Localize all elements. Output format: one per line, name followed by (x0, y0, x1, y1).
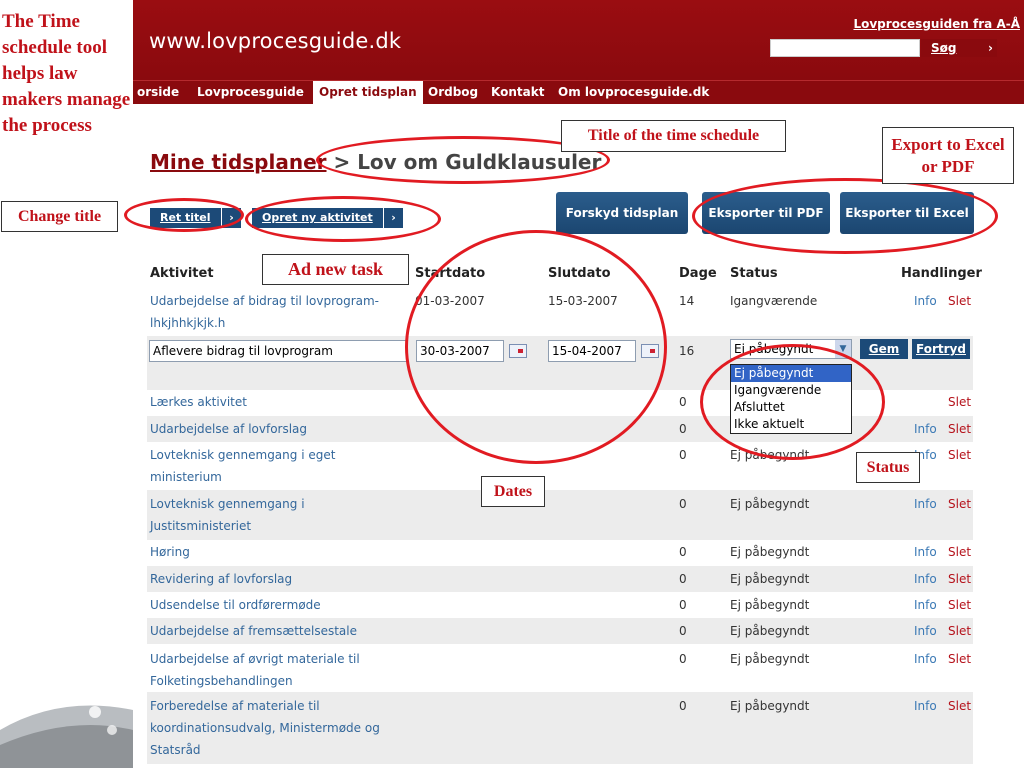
days: 0 (679, 422, 687, 436)
annotation-ellipse-change-title (124, 198, 244, 232)
activity-name[interactable]: Høring (150, 541, 395, 563)
activity-name[interactable]: Forberedelse af materiale til koordinati… (150, 695, 395, 761)
status: Ej påbegyndt (730, 497, 810, 511)
nav-item-kontakt[interactable]: Kontakt (491, 81, 544, 105)
table-row: Forberedelse af materiale til koordinati… (147, 692, 973, 764)
annotation-ellipse-dates (405, 230, 667, 464)
col-header-activity: Aktivitet (150, 266, 214, 281)
status: Ej påbegyndt (730, 699, 810, 713)
activity-name[interactable]: Lærkes aktivitet (150, 391, 395, 413)
days: 16 (679, 344, 695, 358)
status: Ej påbegyndt (730, 652, 810, 666)
main-nav: orside Lovprocesguide Opret tidsplan Ord… (133, 80, 1024, 107)
activity-name[interactable]: Udarbejdelse af fremsættelsestale (150, 620, 395, 642)
decorative-swoosh (0, 705, 133, 768)
site-title[interactable]: www.lovprocesguide.dk (149, 29, 401, 53)
col-header-status: Status (730, 266, 778, 281)
shift-schedule-button[interactable]: Forskyd tidsplan (556, 192, 688, 234)
annotation-dates: Dates (481, 476, 545, 507)
delete-link[interactable]: Slet (948, 568, 971, 590)
status: Ej påbegyndt (730, 598, 810, 612)
search-button[interactable]: Søg › (921, 39, 997, 57)
days: 0 (679, 545, 687, 559)
delete-link[interactable]: Slet (948, 695, 971, 717)
annotation-ad-new-task: Ad new task (262, 254, 409, 285)
save-button[interactable]: Gem (860, 339, 908, 359)
search-button-label: Søg (931, 41, 957, 55)
annotation-status: Status (856, 452, 920, 483)
activity-name[interactable]: Revidering af lovforslag (150, 568, 395, 590)
info-link[interactable]: Info (914, 695, 937, 717)
info-link[interactable]: Info (914, 594, 937, 616)
nav-item-ordbog[interactable]: Ordbog (428, 81, 478, 105)
site-header: www.lovprocesguide.dk Lovprocesguiden fr… (133, 0, 1024, 80)
table-row: Udarbejdelse af øvrigt materiale til Fol… (147, 644, 973, 692)
days: 0 (679, 652, 687, 666)
status: Ej påbegyndt (730, 624, 810, 638)
info-link[interactable]: Info (914, 568, 937, 590)
days: 0 (679, 572, 687, 586)
nav-item-forside[interactable]: orside (137, 81, 179, 105)
table-row: Revidering af lovforslag 0 Ej påbegyndt … (147, 566, 973, 592)
delete-link[interactable]: Slet (948, 541, 971, 563)
info-link[interactable]: Info (914, 493, 937, 515)
info-link[interactable]: Info (914, 290, 937, 312)
days: 0 (679, 598, 687, 612)
annotation-ellipse-new-task (245, 196, 441, 242)
activity-name[interactable]: Udarbejdelse af bidrag til lovprogram-lh… (150, 290, 395, 334)
delete-link[interactable]: Slet (948, 444, 971, 466)
chevron-right-icon: › (988, 41, 993, 55)
delete-link[interactable]: Slet (948, 290, 971, 312)
days: 0 (679, 395, 687, 409)
activity-name[interactable]: Udarbejdelse af lovforslag (150, 418, 395, 440)
status: Ej påbegyndt (730, 545, 810, 559)
col-header-actions: Handlinger (901, 266, 982, 281)
activity-name[interactable]: Lovteknisk gennemgang i eget ministerium (150, 444, 395, 488)
delete-link[interactable]: Slet (948, 648, 971, 670)
activity-name[interactable]: Udarbejdelse af øvrigt materiale til Fol… (150, 648, 395, 692)
delete-link[interactable]: Slet (948, 418, 971, 440)
days: 0 (679, 699, 687, 713)
search-input[interactable] (770, 39, 920, 57)
nav-item-lovprocesguide[interactable]: Lovprocesguide (197, 81, 304, 105)
status: Igangværende (730, 294, 818, 308)
days: 0 (679, 448, 687, 462)
activity-name[interactable]: Lovteknisk gennemgang i Justitsministeri… (150, 493, 395, 537)
status: Ej påbegyndt (730, 572, 810, 586)
delete-link[interactable]: Slet (948, 594, 971, 616)
annotation-ellipse-status (700, 344, 885, 460)
table-row: Høring 0 Ej påbegyndt Info Slet (147, 540, 973, 566)
info-link[interactable]: Info (914, 418, 937, 440)
annotation-ellipse-export (692, 178, 998, 254)
activity-input[interactable]: Aflevere bidrag til lovprogram (149, 340, 407, 362)
annotation-title-of-schedule: Title of the time schedule (561, 120, 786, 152)
delete-link[interactable]: Slet (948, 620, 971, 642)
az-guide-link[interactable]: Lovprocesguiden fra A-Å (853, 17, 1020, 31)
days: 14 (679, 294, 695, 308)
delete-link[interactable]: Slet (948, 391, 971, 413)
info-link[interactable]: Info (914, 620, 937, 642)
days: 0 (679, 497, 687, 511)
delete-link[interactable]: Slet (948, 493, 971, 515)
my-schedules-link[interactable]: Mine tidsplaner (150, 150, 327, 174)
nav-item-opret-tidsplan[interactable]: Opret tidsplan (313, 81, 423, 107)
annotation-export: Export to Excel or PDF (882, 127, 1014, 184)
table-row: Lovteknisk gennemgang i Justitsministeri… (147, 490, 973, 540)
table-row: Udarbejdelse af fremsættelsestale 0 Ej p… (147, 618, 973, 644)
activity-name[interactable]: Udsendelse til ordførermøde (150, 594, 395, 616)
info-link[interactable]: Info (914, 648, 937, 670)
nav-item-om[interactable]: Om lovprocesguide.dk (558, 81, 709, 105)
info-link[interactable]: Info (914, 541, 937, 563)
annotation-change-title: Change title (1, 201, 118, 232)
cancel-button[interactable]: Fortryd (912, 339, 970, 359)
slide-caption: The Time schedule tool helps law makers … (2, 11, 131, 136)
table-row: Udsendelse til ordførermøde 0 Ej påbegyn… (147, 592, 973, 618)
col-header-days: Dage (679, 266, 717, 281)
days: 0 (679, 624, 687, 638)
